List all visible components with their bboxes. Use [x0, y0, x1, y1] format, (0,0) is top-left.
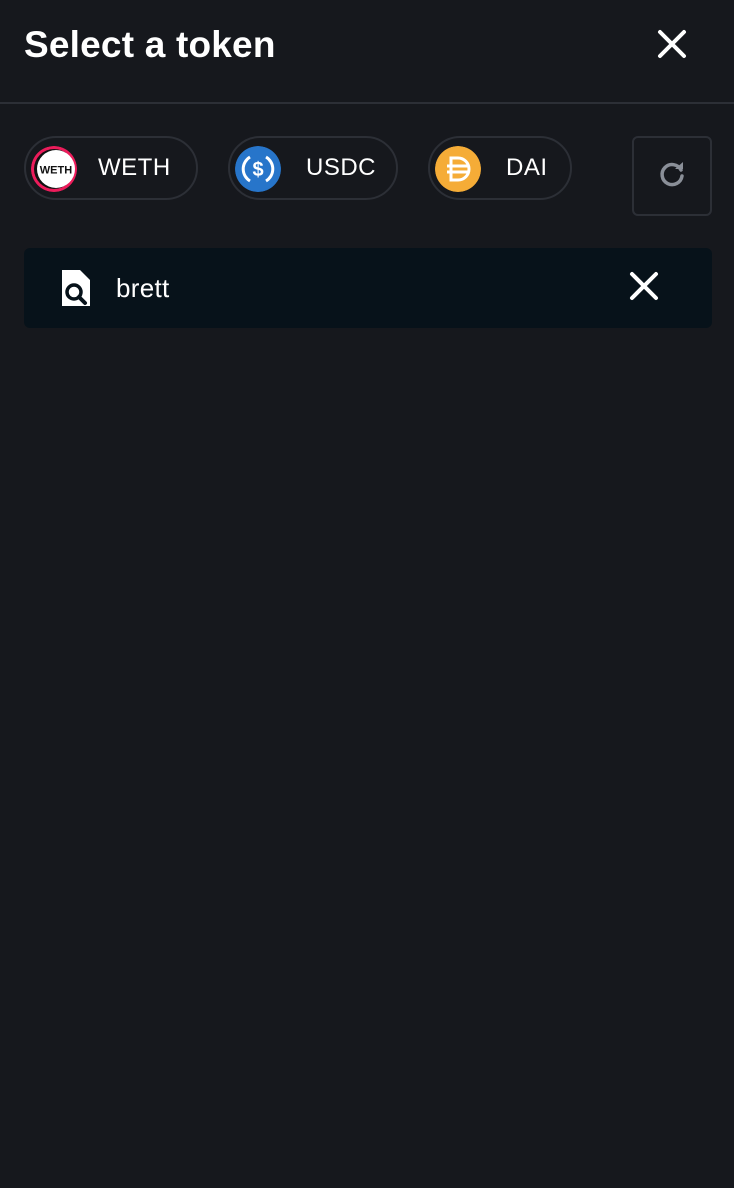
weth-token-icon: WETH — [31, 146, 77, 192]
token-symbol: USDC — [306, 154, 377, 181]
refresh-button[interactable] — [632, 136, 712, 216]
clear-icon — [629, 271, 659, 306]
usdc-token-icon: $ — [235, 146, 281, 192]
token-search-input[interactable] — [116, 248, 596, 328]
modal-header: Select a token — [0, 0, 734, 104]
close-icon — [656, 28, 688, 65]
token-search-box — [24, 248, 712, 328]
token-chip-usdc[interactable]: $ USDC — [228, 136, 398, 200]
token-chip-dai[interactable]: DAI — [428, 136, 572, 200]
refresh-icon — [657, 159, 687, 194]
search-document-icon — [60, 268, 92, 308]
modal-title: Select a token — [24, 24, 276, 65]
token-symbol: DAI — [506, 154, 548, 181]
token-select-modal: Select a token WETH WETH $ USDC DAI bret… — [0, 0, 734, 1188]
token-symbol: WETH — [98, 154, 171, 181]
svg-text:$: $ — [252, 159, 263, 181]
dai-token-icon — [435, 146, 481, 192]
svg-text:WETH: WETH — [40, 165, 72, 177]
close-button[interactable] — [648, 22, 696, 70]
token-chip-weth[interactable]: WETH WETH — [24, 136, 198, 200]
token-results-list — [0, 340, 734, 1188]
clear-search-button[interactable] — [624, 268, 664, 308]
